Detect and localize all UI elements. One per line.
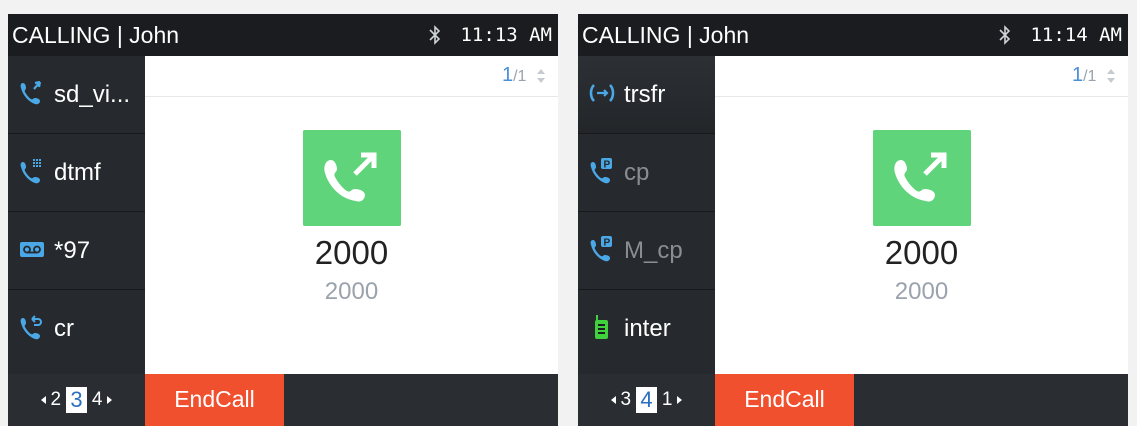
vpk-sidebar: sd_vi... dtmf *97 cr: [8, 56, 145, 374]
divider: [145, 96, 558, 97]
up-down-arrows-icon[interactable]: [536, 68, 546, 84]
page-prev: 3: [620, 389, 632, 410]
prev-page-icon[interactable]: [610, 395, 616, 404]
softkey-2[interactable]: [854, 374, 993, 426]
transfer-icon: [589, 84, 615, 102]
call-number: 2000: [314, 234, 389, 271]
endcall-button[interactable]: EndCall: [145, 374, 284, 426]
next-page-icon[interactable]: [677, 395, 683, 404]
softkey-bar: 2 3 4 EndCall: [8, 374, 558, 426]
up-down-arrows-icon[interactable]: [1106, 68, 1116, 84]
page-current: 1: [501, 64, 514, 86]
call-panel: 1/1 2000 2000: [715, 56, 1128, 374]
monitored-call-park-icon: P: [590, 236, 612, 262]
vpk-item-trsfr[interactable]: trsfr: [578, 56, 715, 134]
phone-screen-right: CALLING | John 11:14 AM trsfr P cp P M_c…: [578, 14, 1128, 426]
page-prev: 2: [50, 389, 62, 410]
call-subtext: 2000: [324, 278, 379, 305]
softkey-3[interactable]: [421, 374, 558, 426]
page-current-badge: 3: [66, 386, 87, 413]
prev-page-icon[interactable]: [40, 395, 46, 404]
vpk-item-cr[interactable]: cr: [8, 290, 145, 368]
status-bar: CALLING | John 11:13 AM: [8, 14, 558, 56]
vpk-label: cp: [624, 159, 650, 186]
vpk-item-sd-vi[interactable]: sd_vi...: [8, 56, 145, 134]
call-status-title: CALLING | John: [582, 22, 750, 48]
vpk-item-97[interactable]: *97: [8, 212, 145, 290]
svg-text:P: P: [604, 160, 611, 171]
page-next: 4: [91, 389, 103, 410]
phone-screen-left: CALLING | John 11:13 AM sd_vi... dtmf *9…: [8, 14, 558, 426]
softkey-3[interactable]: [991, 374, 1128, 426]
clock: 11:14 AM: [1030, 24, 1122, 46]
call-panel: 1/1 2000 2000: [145, 56, 558, 374]
page-total: /1: [513, 68, 527, 85]
clock: 11:13 AM: [460, 24, 552, 46]
page-current-badge: 4: [636, 386, 657, 413]
page-total: /1: [1083, 68, 1097, 85]
vpk-label: sd_vi...: [54, 81, 131, 108]
call-status-title: CALLING | John: [12, 22, 180, 48]
speed-dial-phone-icon: [20, 80, 42, 105]
vpk-item-inter[interactable]: inter: [578, 290, 715, 368]
intercom-icon: [595, 315, 608, 339]
status-bar: CALLING | John 11:14 AM: [578, 14, 1128, 56]
bluetooth-icon: [999, 25, 1011, 45]
endcall-button[interactable]: EndCall: [715, 374, 854, 426]
vpk-page-indicator[interactable]: 2 3 4: [8, 374, 145, 426]
vpk-label: inter: [624, 315, 671, 342]
page-current: 1: [1071, 64, 1084, 86]
vpk-item-dtmf[interactable]: dtmf: [8, 134, 145, 212]
voicemail-icon: [20, 242, 44, 257]
vpk-item-cp[interactable]: P cp: [578, 134, 715, 212]
call-park-phone-icon: P: [590, 158, 612, 184]
call-number: 2000: [884, 234, 959, 271]
divider: [715, 96, 1128, 97]
outgoing-call-icon: [303, 130, 401, 226]
svg-text:P: P: [604, 238, 611, 249]
outgoing-call-icon: [873, 130, 971, 226]
next-page-icon[interactable]: [107, 395, 113, 404]
page-next: 1: [661, 389, 673, 410]
vpk-label: trsfr: [624, 81, 666, 108]
softkey-2[interactable]: [284, 374, 423, 426]
page-counter: 1/1: [502, 64, 546, 87]
vpk-label: dtmf: [54, 159, 101, 186]
call-subtext: 2000: [894, 278, 949, 305]
vpk-label: cr: [54, 315, 74, 342]
vpk-item-m-cp[interactable]: P M_cp: [578, 212, 715, 290]
vpk-page-indicator[interactable]: 3 4 1: [578, 374, 715, 426]
vpk-label: M_cp: [624, 237, 683, 264]
bluetooth-icon: [429, 25, 441, 45]
page-counter: 1/1: [1072, 64, 1116, 87]
call-return-phone-icon: [20, 315, 42, 340]
softkey-bar: 3 4 1 EndCall: [578, 374, 1128, 426]
vpk-label: *97: [54, 237, 91, 264]
vpk-sidebar: trsfr P cp P M_cp inter: [578, 56, 715, 374]
dtmf-phone-icon: [20, 159, 41, 184]
